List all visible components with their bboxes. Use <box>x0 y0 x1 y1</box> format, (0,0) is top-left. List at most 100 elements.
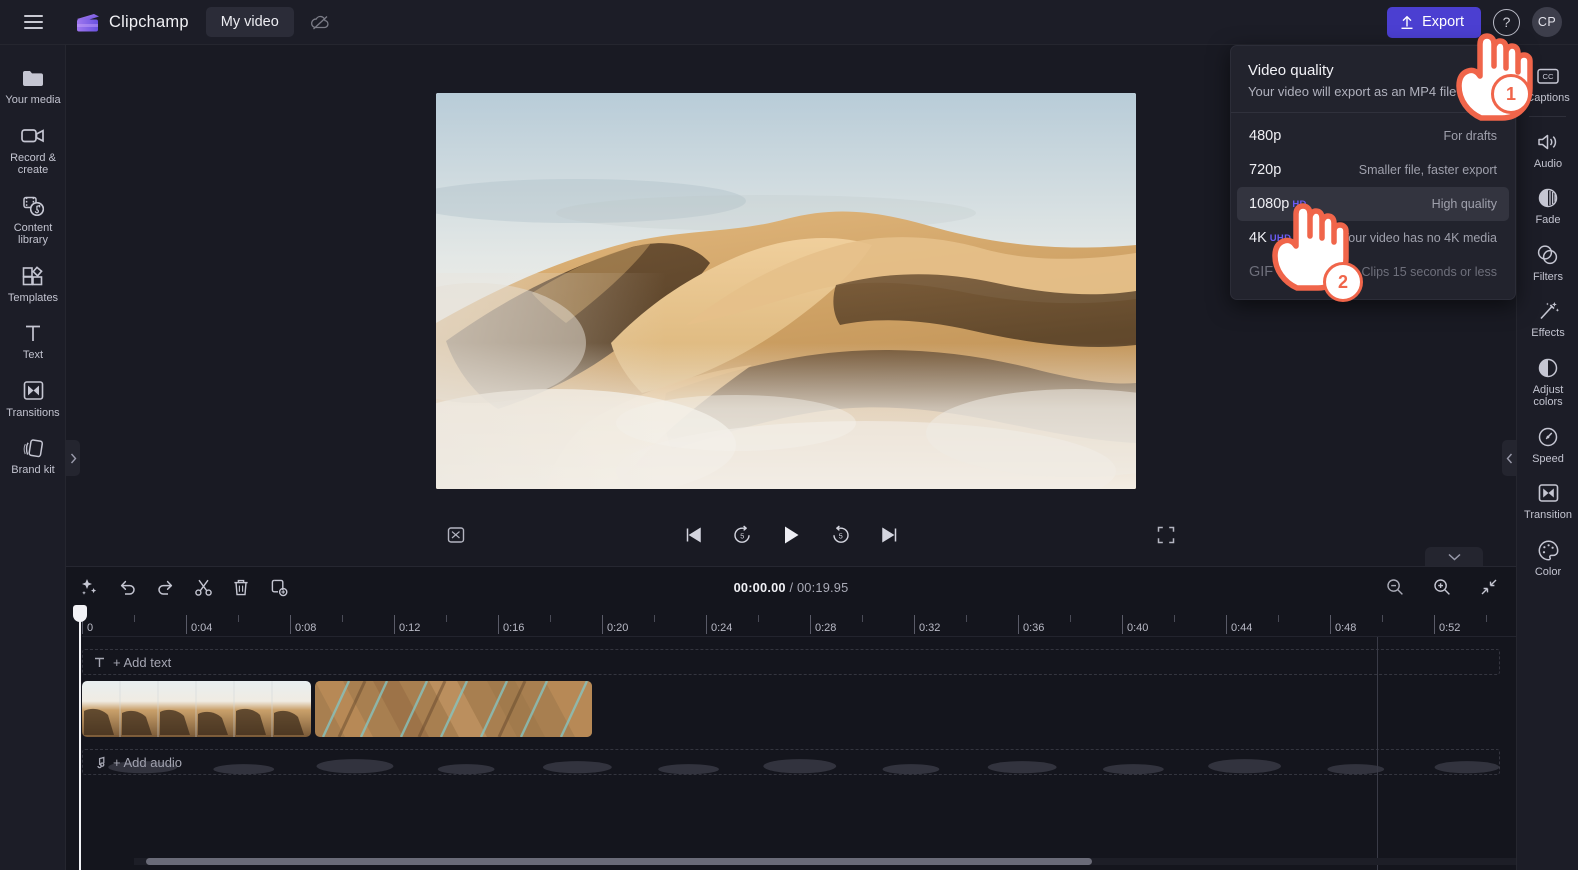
quality-desc: For drafts <box>1443 129 1498 143</box>
ruler-label: 0:24 <box>711 622 733 634</box>
collapse-timeline-button[interactable] <box>1425 547 1483 566</box>
sidebar-label: Effects <box>1531 327 1565 339</box>
sidebar-item-filters[interactable]: Filters <box>1517 234 1578 291</box>
add-audio-track[interactable]: + Add audio <box>82 749 1516 779</box>
play-button[interactable] <box>776 520 806 550</box>
export-quality-dropdown: Video quality Your video will export as … <box>1230 45 1516 300</box>
quality-option-1080p[interactable]: 1080p HD High quality <box>1237 187 1509 221</box>
delete-button[interactable] <box>226 572 256 602</box>
forward-5-button[interactable]: 5 <box>825 520 855 550</box>
sidebar-label: Brand kit <box>11 464 55 476</box>
magic-wand-icon <box>1537 299 1560 323</box>
hamburger-menu-icon[interactable] <box>10 0 56 45</box>
templates-grid-icon <box>21 264 45 288</box>
sidebar-item-content-library[interactable]: Content library <box>0 185 66 255</box>
export-button[interactable]: Export <box>1387 6 1481 38</box>
svg-text:5: 5 <box>838 532 842 541</box>
playback-controls: 5 5 <box>678 520 904 550</box>
avatar[interactable]: CP <box>1532 7 1562 37</box>
sidebar-item-fade[interactable]: Fade <box>1517 177 1578 234</box>
hd-badge: HD <box>1292 198 1307 210</box>
table-row[interactable] <box>315 681 592 737</box>
video-preview[interactable] <box>436 93 1136 489</box>
redo-button[interactable] <box>150 572 180 602</box>
quality-desc: Smaller file, faster export <box>1358 163 1497 177</box>
rewind-5-button[interactable]: 5 <box>727 520 757 550</box>
add-text-track[interactable]: + Add text <box>82 649 1500 675</box>
auto-compose-button[interactable] <box>74 572 104 602</box>
skip-to-start-button[interactable] <box>678 520 708 550</box>
play-icon <box>785 526 799 544</box>
sidebar-item-templates[interactable]: Templates <box>0 255 66 313</box>
contrast-circle-icon <box>1537 356 1559 380</box>
skip-to-end-button[interactable] <box>874 520 904 550</box>
brand: Clipchamp <box>75 12 189 33</box>
fit-to-screen-button[interactable] <box>1474 572 1504 602</box>
duplicate-button[interactable] <box>264 572 294 602</box>
sidebar-item-color[interactable]: Color <box>1517 529 1578 586</box>
timeline-ruler[interactable]: 0 0:04 0:08 0:12 0:16 0:20 0:24 0:28 0:3… <box>82 607 1516 637</box>
filters-circles-icon <box>1536 243 1560 267</box>
quality-option-480p[interactable]: 480p For drafts <box>1237 119 1509 153</box>
sidebar-item-adjust-colors[interactable]: Adjust colors <box>1517 347 1578 416</box>
quality-desc: Your video has no 4K media <box>1341 231 1497 245</box>
left-sidebar: Your media Record & create Content libra… <box>0 45 66 870</box>
table-row[interactable] <box>82 681 311 737</box>
sidebar-item-audio[interactable]: Audio <box>1517 121 1578 178</box>
sidebar-item-your-media[interactable]: Your media <box>0 57 66 115</box>
undo-button[interactable] <box>112 572 142 602</box>
redo-icon <box>157 580 172 595</box>
collapse-left-panel-button[interactable] <box>66 440 80 476</box>
sidebar-label: Text <box>22 349 44 361</box>
ruler-label: 0 <box>87 622 94 634</box>
timeline-tools <box>74 572 294 602</box>
project-tab[interactable]: My video <box>205 7 294 37</box>
dropdown-subtitle: Your video will export as an MP4 file <box>1248 84 1457 99</box>
fullscreen-button[interactable] <box>1151 520 1181 550</box>
video-track <box>82 681 1516 737</box>
timeline-zoom-controls <box>1380 572 1504 602</box>
uhd-badge: UHD <box>1269 232 1292 244</box>
video-frame-image <box>436 93 1136 489</box>
fit-to-screen-icon <box>1481 579 1497 595</box>
quality-option-4k[interactable]: 4K UHD Your video has no 4K media <box>1237 221 1509 255</box>
duplicate-icon <box>271 579 288 596</box>
collapse-right-panel-button[interactable] <box>1502 440 1516 476</box>
playhead[interactable] <box>79 607 81 870</box>
zoom-in-button[interactable] <box>1427 572 1457 602</box>
sidebar-item-effects[interactable]: Effects <box>1517 290 1578 347</box>
player-controls: 5 5 <box>66 510 1516 560</box>
zoom-out-icon <box>1387 579 1403 595</box>
avatar-initials: CP <box>1537 15 1557 29</box>
split-button[interactable] <box>188 572 218 602</box>
step-badge-1: 1 <box>1491 74 1531 114</box>
cloud-off-icon[interactable] <box>308 9 334 35</box>
help-label: ? <box>1502 14 1511 30</box>
quality-option-gif[interactable]: GIF Clips 15 seconds or less <box>1237 255 1509 289</box>
sidebar-item-speed[interactable]: Speed <box>1517 416 1578 473</box>
zoom-out-button[interactable] <box>1380 572 1410 602</box>
sidebar-item-text[interactable]: Text <box>0 312 66 370</box>
ruler-label: 0:40 <box>1127 622 1149 634</box>
forward-5-icon: 5 <box>832 525 849 543</box>
rail-divider <box>1529 115 1566 117</box>
ruler-label: 0:28 <box>815 622 837 634</box>
sidebar-item-record-create[interactable]: Record & create <box>0 115 66 185</box>
sidebar-item-transition[interactable]: Transition <box>1517 472 1578 529</box>
playhead-handle[interactable] <box>73 605 87 622</box>
sidebar-item-brand-kit[interactable]: Brand kit <box>0 427 66 485</box>
help-icon[interactable]: ? <box>1493 8 1520 36</box>
quality-option-720p[interactable]: 720p Smaller file, faster export <box>1237 153 1509 187</box>
ruler-label: 0:52 <box>1439 622 1461 634</box>
fade-icon <box>1537 186 1559 210</box>
sidebar-label: Record & create <box>10 151 56 177</box>
quality-label: GIF <box>1249 264 1274 280</box>
skip-to-end-icon <box>881 527 896 543</box>
dropdown-title: Video quality <box>1248 62 1334 79</box>
ruler-label: 0:12 <box>399 622 421 634</box>
quality-label: 4K <box>1249 230 1267 246</box>
horizontal-scrollbar[interactable] <box>146 858 1092 865</box>
topbar-actions: Export ? CP <box>1387 6 1578 38</box>
mute-button[interactable] <box>441 520 471 550</box>
sidebar-item-transitions[interactable]: Transitions <box>0 370 66 428</box>
